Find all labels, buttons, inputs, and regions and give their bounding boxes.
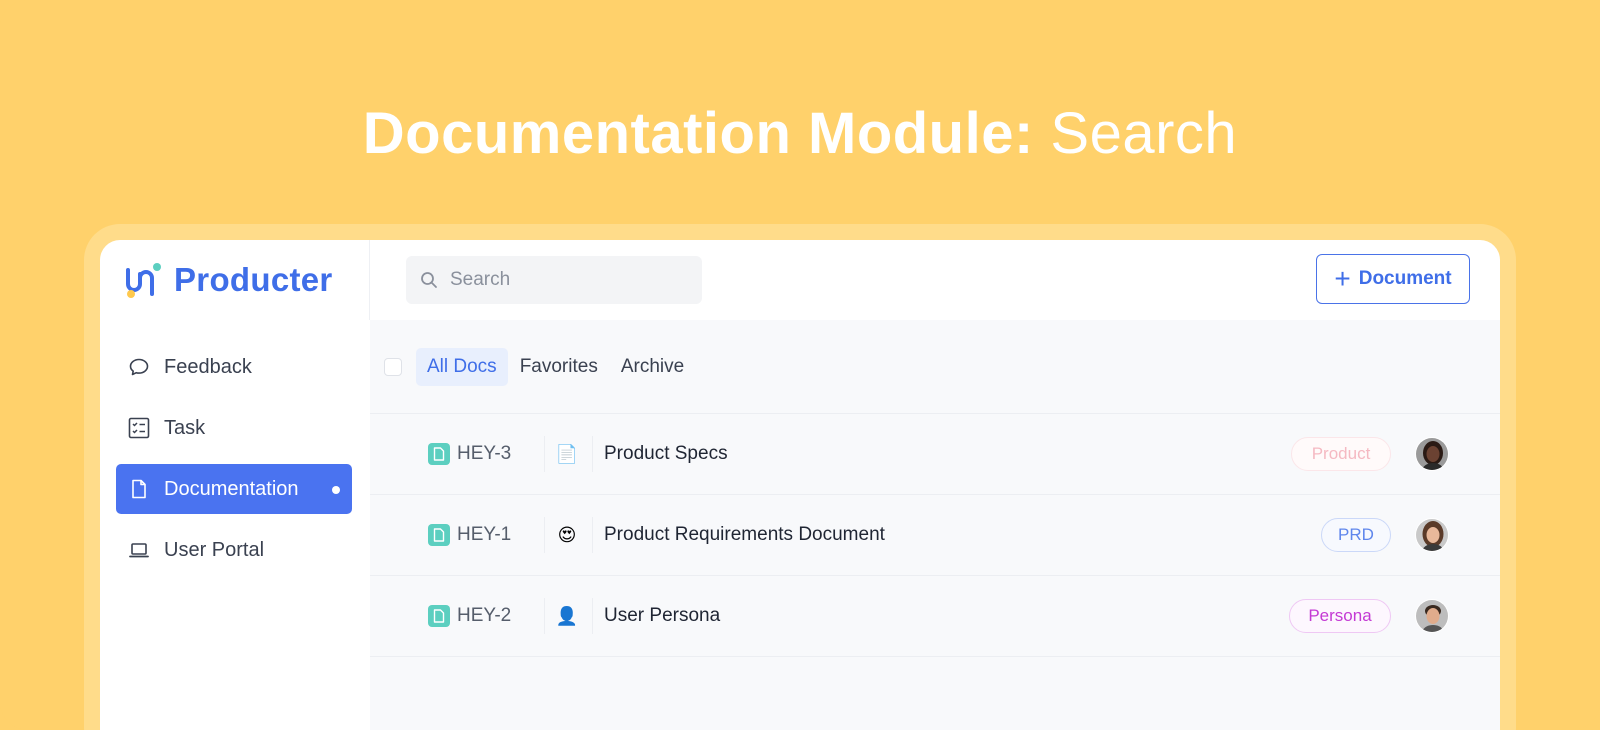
tab-archive[interactable]: Archive xyxy=(610,348,695,386)
tab-favorites[interactable]: Favorites xyxy=(509,348,609,386)
headline-light: Search xyxy=(1050,101,1238,166)
brand[interactable]: Producter xyxy=(100,240,370,320)
tab-all-docs[interactable]: All Docs xyxy=(416,347,508,386)
doc-type-icon xyxy=(428,605,450,627)
page-headline: Documentation Module: Search xyxy=(0,100,1600,167)
headline-bold: Documentation Module: xyxy=(362,101,1034,166)
main-content: All Docs Favorites Archive HEY-3 📄 Produ… xyxy=(370,320,1500,730)
avatar[interactable] xyxy=(1415,599,1449,633)
select-all-checkbox[interactable] xyxy=(384,357,402,376)
doc-tag[interactable]: Persona xyxy=(1289,599,1391,633)
table-row[interactable]: HEY-1 😍 Product Requirements Document PR… xyxy=(370,495,1500,576)
page-facing-up-icon: 📄 xyxy=(555,443,579,464)
sidebar-item-user-portal[interactable]: User Portal xyxy=(116,525,352,575)
doc-tag[interactable]: PRD xyxy=(1321,518,1391,552)
new-document-label: Document xyxy=(1358,268,1452,289)
producter-logo-icon xyxy=(126,263,161,298)
doc-id: HEY-1 xyxy=(428,524,511,546)
divider xyxy=(592,598,593,634)
avatar[interactable] xyxy=(1415,437,1449,471)
laptop-icon xyxy=(128,539,150,561)
sidebar-item-label: Feedback xyxy=(164,355,252,378)
plus-icon: + xyxy=(1334,263,1351,294)
doc-title[interactable]: User Persona xyxy=(604,605,720,627)
search-icon xyxy=(421,272,437,288)
divider xyxy=(592,436,593,472)
sidebar-item-label: Task xyxy=(164,416,206,439)
doc-id-text: HEY-2 xyxy=(457,605,512,626)
app-window: Producter Search + Document Feedback Tas… xyxy=(100,240,1500,730)
doc-id-text: HEY-3 xyxy=(457,443,512,464)
sidebar-item-label: Documentation xyxy=(164,477,299,500)
heart-eyes-emoji-icon: 😍 xyxy=(557,524,577,545)
divider xyxy=(544,517,545,553)
doc-title[interactable]: Product Specs xyxy=(604,443,728,465)
sidebar: Feedback Task Documentation User Portal xyxy=(100,320,370,730)
new-document-button[interactable]: + Document xyxy=(1316,254,1470,304)
doc-tag[interactable]: Product xyxy=(1291,437,1391,471)
table-row[interactable]: HEY-2 👤 User Persona Persona xyxy=(370,576,1500,657)
doc-tabs: All Docs Favorites Archive xyxy=(370,320,1500,414)
checklist-icon xyxy=(128,417,150,439)
doc-title[interactable]: Product Requirements Document xyxy=(604,524,885,546)
doc-id: HEY-2 xyxy=(428,605,511,627)
divider xyxy=(544,598,545,634)
bust-silhouette-icon: 👤 xyxy=(555,605,579,626)
sidebar-item-feedback[interactable]: Feedback xyxy=(116,342,352,392)
search-placeholder: Search xyxy=(450,269,511,290)
avatar[interactable] xyxy=(1415,518,1449,552)
sidebar-item-label: User Portal xyxy=(164,538,265,561)
divider xyxy=(592,517,593,553)
search-input[interactable]: Search xyxy=(406,256,702,304)
active-indicator-dot xyxy=(332,486,340,494)
sidebar-item-task[interactable]: Task xyxy=(116,403,352,453)
doc-type-icon xyxy=(428,524,450,546)
topbar: Search + Document xyxy=(370,240,1500,320)
sidebar-item-documentation[interactable]: Documentation xyxy=(116,464,352,514)
brand-name: Producter xyxy=(174,261,333,298)
divider xyxy=(544,436,545,472)
chat-bubble-icon xyxy=(128,356,150,378)
doc-id-text: HEY-1 xyxy=(457,524,512,545)
document-icon xyxy=(128,478,150,500)
doc-type-icon xyxy=(428,443,450,465)
table-row[interactable]: HEY-3 📄 Product Specs Product xyxy=(370,414,1500,495)
doc-id: HEY-3 xyxy=(428,443,511,465)
